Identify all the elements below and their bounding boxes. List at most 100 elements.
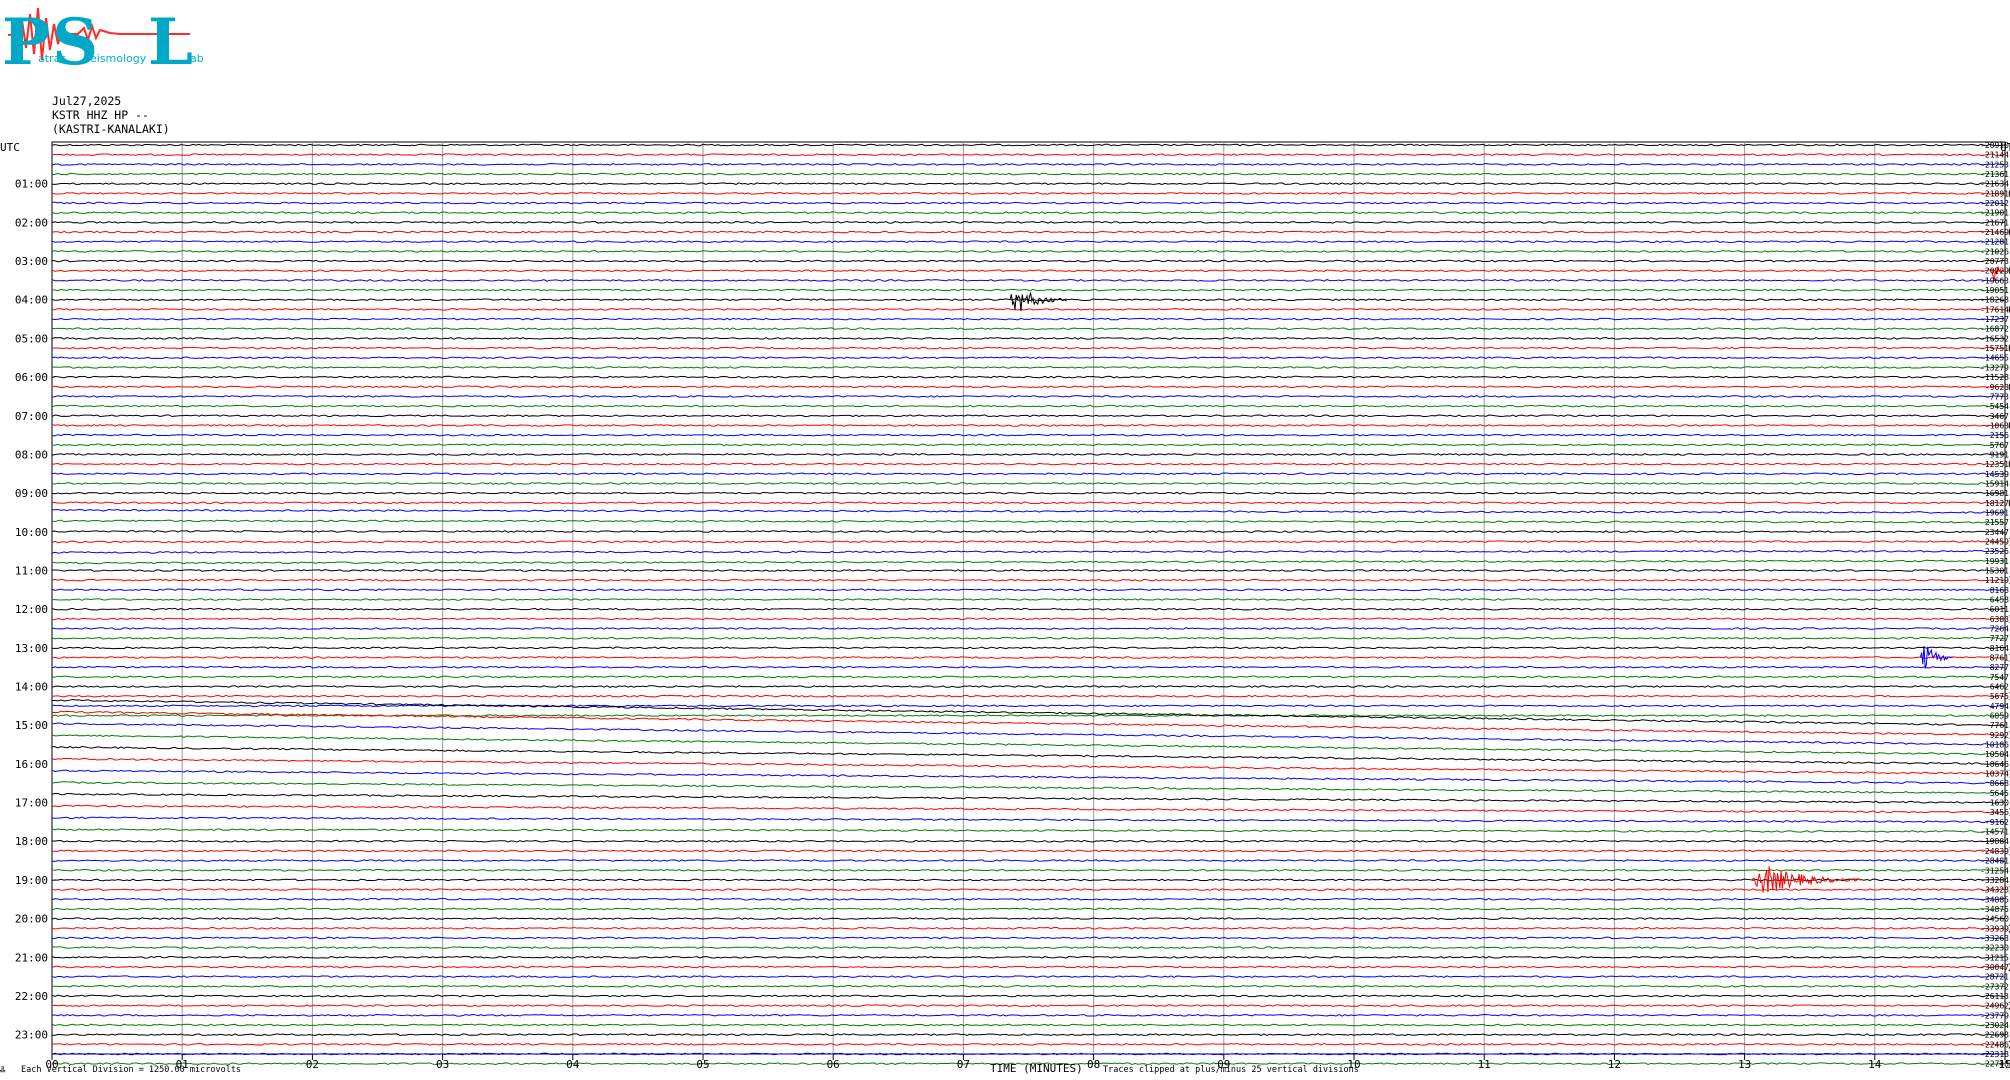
- seismic-trace: [51, 607, 2006, 611]
- trace-offset-label: 10374: [1985, 770, 2009, 779]
- seismic-trace: [51, 888, 2006, 891]
- trace-offset-label: -33939: [1980, 924, 2009, 933]
- seismic-trace: [51, 849, 2006, 853]
- seismic-trace: [51, 540, 2006, 544]
- psl-logo: P S L atras eismology ab: [2, 4, 204, 80]
- x-tick-label: 12: [1608, 1058, 1621, 1071]
- station-label: KSTR HHZ HP --: [52, 108, 149, 122]
- trace-offset-label: -1063: [1985, 421, 2009, 430]
- seismic-trace: [51, 172, 2006, 176]
- seismic-trace: [51, 917, 2006, 920]
- seismic-trace: [51, 636, 2006, 640]
- seismic-trace: [51, 192, 2006, 195]
- left-time-label: 13:00: [15, 642, 48, 655]
- seismic-trace: [51, 182, 2006, 185]
- trace-offset-label: -20910: [1980, 141, 2009, 150]
- seismic-trace: [51, 1023, 2006, 1027]
- logo-small-text-2: eismology: [90, 52, 147, 65]
- logo-small-text-1: atras: [38, 52, 66, 65]
- trace-offset-label: 11219: [1985, 576, 2009, 585]
- seismic-trace: [51, 792, 2005, 804]
- trace-offset-labels: -20910-21144-21253-21361-21634-21891-220…: [1980, 141, 2009, 1069]
- trace-offset-label: 10186: [1985, 741, 2009, 750]
- trace-offset-label: -23779: [1980, 1011, 2009, 1020]
- left-time-label: 11:00: [15, 564, 48, 577]
- trace-offset-label: 14539: [1985, 470, 2009, 479]
- trace-offset-label: 2156: [1990, 431, 2009, 440]
- trace-offset-label: 8761: [1990, 654, 2009, 663]
- trace-offset-label: -19663: [1980, 276, 2009, 285]
- seismic-trace: [51, 559, 2006, 565]
- seismic-trace: [51, 955, 2006, 959]
- seismic-trace: [51, 472, 2006, 476]
- trace-offset-label: -14655: [1980, 354, 2009, 363]
- trace-offset-label: -21671: [1980, 218, 2009, 227]
- trace-offset-label: -21901: [1980, 209, 2009, 218]
- seismic-trace: [51, 694, 2006, 698]
- seismic-trace: [51, 259, 2006, 263]
- left-time-label: 09:00: [15, 487, 48, 500]
- trace-offset-label: 8277: [1990, 663, 2009, 672]
- corner-mark: ╩: [0, 1066, 6, 1077]
- trace-offset-label: -27372: [1980, 982, 2009, 991]
- seismic-trace: [51, 501, 2006, 505]
- trace-offset-label: -33263: [1980, 934, 2009, 943]
- seismic-trace: [51, 859, 2006, 862]
- trace-offset-label: -34560: [1980, 915, 2009, 924]
- trace-offset-label: -9623: [1985, 383, 2009, 392]
- trace-offset-label: -5454: [1985, 402, 2009, 411]
- trace-offset-label: -19884: [1980, 837, 2009, 846]
- seismic-trace: [51, 443, 2006, 447]
- trace-offset-label: -15751: [1980, 344, 2009, 353]
- seismic-trace: [51, 414, 2006, 418]
- trace-offset-label: 6011: [1990, 605, 2009, 614]
- trace-offset-label: -22486: [1980, 1040, 2009, 1049]
- seismic-trace: [51, 994, 2006, 998]
- seismic-trace: [51, 395, 2006, 398]
- seismic-trace: [51, 839, 2006, 843]
- left-time-label: 06:00: [15, 371, 48, 384]
- x-tick-label: 14: [1868, 1058, 1882, 1071]
- seismic-trace: [51, 230, 2006, 234]
- left-time-label: 21:00: [15, 951, 48, 964]
- trace-offset-label: 10504: [1985, 750, 2009, 759]
- seismic-trace: [51, 665, 2006, 669]
- trace-offset-label: 19691: [1985, 508, 2009, 517]
- left-time-label: 16:00: [15, 758, 48, 771]
- seismic-trace: [51, 1004, 2006, 1007]
- x-tick-label: 05: [696, 1058, 709, 1071]
- seismic-trace: [51, 356, 2006, 360]
- seismic-trace: [51, 828, 2006, 833]
- left-utc-label: UTC: [0, 141, 20, 154]
- trace-offset-label: -24839: [1980, 847, 2009, 856]
- x-tick-label: 08: [1087, 1058, 1100, 1071]
- trace-offset-label: 19931: [1985, 557, 2009, 566]
- seismic-trace: [51, 453, 2006, 456]
- seismic-trace: [51, 685, 2006, 688]
- seismic-trace: [51, 675, 2006, 679]
- logo-small-text-3: ab: [190, 52, 204, 65]
- trace-offset-label: -21281: [1980, 238, 2009, 247]
- trace-offset-label: -33284: [1980, 876, 2009, 885]
- seismic-trace: [51, 143, 2006, 147]
- x-axis-title: TIME (MINUTES): [990, 1062, 1083, 1075]
- x-tick-label: 13: [1738, 1058, 1751, 1071]
- seismic-trace: [51, 211, 2006, 215]
- seismic-trace: [51, 975, 2006, 978]
- seismic-trace: [51, 734, 2006, 756]
- left-time-label: 22:00: [15, 990, 48, 1003]
- left-time-label: 07:00: [15, 410, 48, 423]
- seismic-trace: [51, 327, 2006, 331]
- trace-offset-label: -23024: [1980, 1021, 2009, 1030]
- x-tick-label: 02: [306, 1058, 319, 1071]
- trace-offset-label: 7264: [1990, 625, 2009, 634]
- trace-offset-label: 8668: [1990, 779, 2009, 788]
- seismic-trace: [51, 907, 2006, 911]
- seismic-trace: [51, 404, 2006, 408]
- trace-offset-label: -16532: [1980, 334, 2009, 343]
- left-time-label: 23:00: [15, 1029, 48, 1042]
- seismic-trace: [51, 1052, 2006, 1056]
- seismic-trace: [51, 508, 2006, 514]
- trace-offset-label: -9162: [1985, 818, 2009, 827]
- trace-offset-label: 5645: [1990, 789, 2009, 798]
